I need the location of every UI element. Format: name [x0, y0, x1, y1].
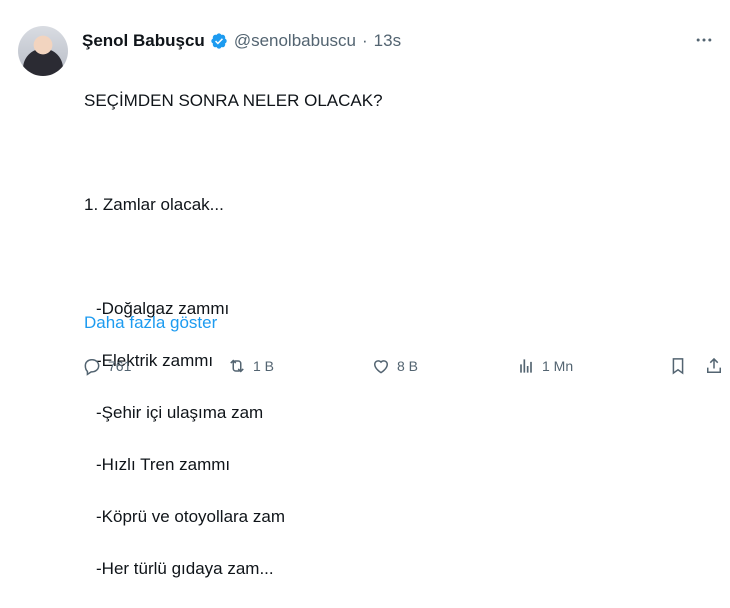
- tweet-line: -Hızlı Tren zammı: [96, 455, 231, 474]
- reply-count: 761: [108, 358, 132, 374]
- timestamp[interactable]: 13s: [374, 31, 401, 51]
- tweet-line: 1. Zamlar olacak...: [84, 195, 224, 214]
- tweet-text: SEÇİMDEN SONRA NELER OLACAK? 1. Zamlar o…: [84, 62, 684, 608]
- like-count: 8 B: [397, 358, 419, 374]
- share-icon: [707, 357, 721, 373]
- share-button[interactable]: [704, 352, 730, 380]
- reply-icon: [84, 359, 100, 376]
- bookmark-button[interactable]: [668, 352, 694, 380]
- like-button[interactable]: 8 B: [371, 352, 418, 380]
- tweet-header: Şenol Babuşcu @senolbabuscu · 13s: [82, 26, 718, 56]
- retweet-icon: [230, 359, 244, 373]
- more-icon[interactable]: [692, 28, 716, 52]
- author-handle[interactable]: @senolbabuscu: [234, 31, 356, 51]
- tweet-line: SEÇİMDEN SONRA NELER OLACAK?: [84, 91, 383, 110]
- action-bar: 761 1 B 8 B 1 Mn: [82, 352, 722, 380]
- like-icon: [373, 360, 389, 374]
- avatar[interactable]: [18, 26, 68, 76]
- bookmark-icon: [672, 358, 684, 375]
- retweet-button[interactable]: 1 B: [227, 352, 274, 380]
- author-name[interactable]: Şenol Babuşcu: [82, 31, 205, 51]
- tweet-line: -Şehir içi ulaşıma zam: [96, 403, 264, 422]
- show-more-link[interactable]: Daha fazla göster: [84, 313, 217, 333]
- tweet-line: -Köprü ve otoyollara zam: [96, 507, 285, 526]
- views-button[interactable]: 1 Mn: [516, 352, 573, 380]
- reply-button[interactable]: 761: [82, 352, 131, 380]
- retweet-count: 1 B: [253, 358, 275, 374]
- tweet-line: -Her türlü gıdaya zam...: [96, 559, 274, 578]
- verified-icon: [211, 33, 227, 49]
- views-icon: [520, 359, 532, 373]
- views-count: 1 Mn: [542, 358, 574, 374]
- separator-dot: ·: [361, 31, 368, 50]
- tweet-card[interactable]: Şenol Babuşcu @senolbabuscu · 13s SEÇİMD…: [0, 0, 730, 578]
